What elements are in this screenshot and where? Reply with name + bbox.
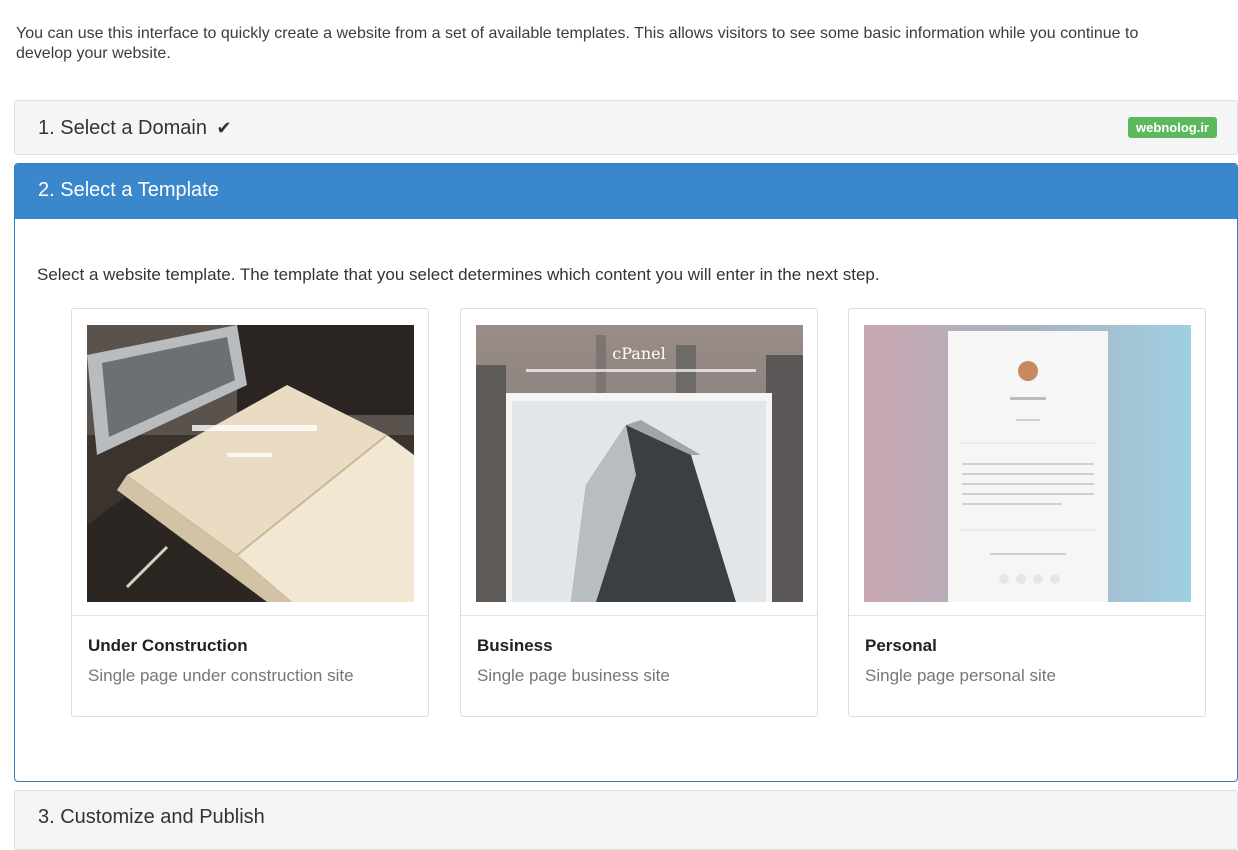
- template-name: Business: [477, 636, 553, 655]
- template-card-under-construction[interactable]: Under Construction Single page under con…: [71, 308, 429, 717]
- template-name: Personal: [865, 636, 937, 655]
- template-preview-personal: [864, 325, 1191, 602]
- business-preview-brand: cPanel: [612, 344, 665, 363]
- step-select-domain[interactable]: 1. Select a Domain ✔ webnolog.ir: [14, 100, 1238, 155]
- template-description: Single page business site: [477, 666, 670, 685]
- template-description: Single page personal site: [865, 666, 1056, 685]
- step1-title-wrap: 1. Select a Domain ✔: [38, 117, 232, 140]
- step-customize-publish[interactable]: 3. Customize and Publish: [14, 790, 1238, 850]
- step2-title: 2. Select a Template: [38, 179, 219, 201]
- card-divider: [72, 615, 428, 616]
- template-card-personal[interactable]: Personal Single page personal site: [848, 308, 1206, 717]
- step2-header[interactable]: 2. Select a Template: [15, 164, 1237, 219]
- step2-description: Select a website template. The template …: [37, 265, 880, 284]
- template-preview-business: cPanel: [476, 325, 803, 602]
- card-divider: [849, 615, 1205, 616]
- step3-title: 3. Customize and Publish: [38, 806, 265, 828]
- intro-text: You can use this interface to quickly cr…: [16, 25, 1139, 62]
- template-preview-under-construction: [87, 325, 414, 602]
- checkmark-icon: ✔: [216, 118, 232, 138]
- template-name: Under Construction: [88, 636, 248, 655]
- step-select-template: 2. Select a Template Select a website te…: [14, 163, 1238, 782]
- domain-badge: webnolog.ir: [1128, 117, 1217, 138]
- template-card-business[interactable]: cPanel Business Single page business sit…: [460, 308, 818, 717]
- card-divider: [461, 615, 817, 616]
- template-description: Single page under construction site: [88, 666, 354, 685]
- step1-title: 1. Select a Domain: [38, 117, 207, 139]
